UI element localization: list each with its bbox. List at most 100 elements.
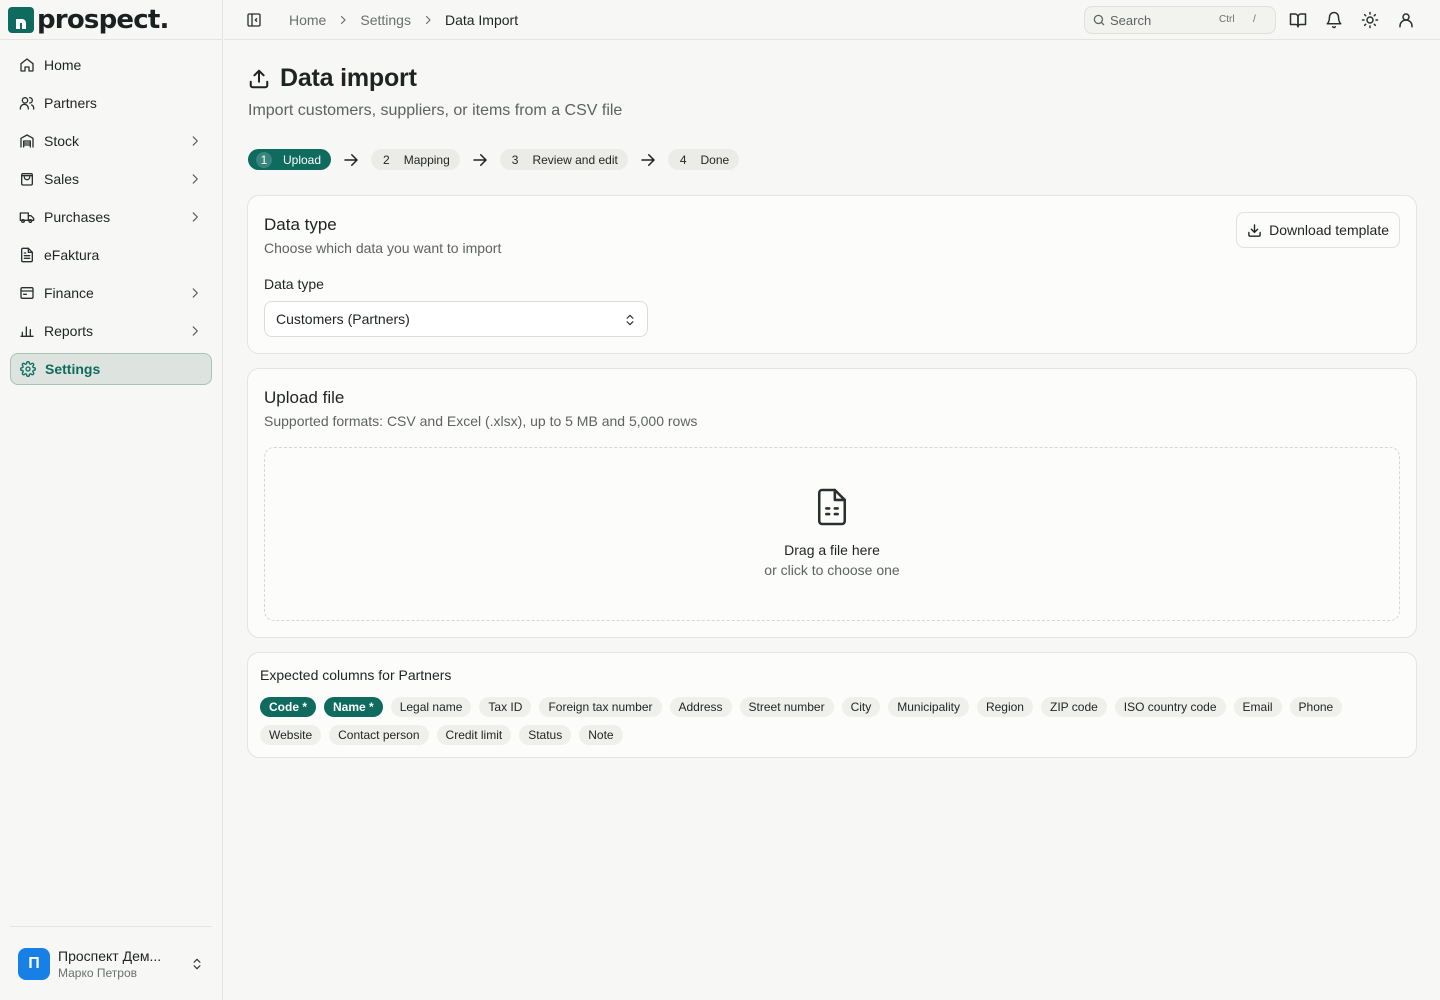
org-user-name: Марко Петров — [58, 966, 137, 980]
sidebar-item-label: Home — [44, 57, 82, 73]
shortcut-key: Ctrl — [1219, 14, 1235, 25]
sidebar-item-home[interactable]: Home — [10, 49, 212, 81]
step-label: Upload — [283, 152, 322, 167]
sidebar-item-label: Finance — [44, 285, 94, 301]
step-label: Review and edit — [532, 152, 618, 167]
sidebar-item-purchases[interactable]: Purchases — [10, 201, 212, 233]
arrow-right-icon — [641, 153, 655, 166]
column-chip: Region — [976, 697, 1033, 717]
step-number: 2 — [383, 152, 390, 167]
search-label: Search — [1110, 12, 1152, 28]
sidebar-nav: Home Partners Stock Sales Purchases eFak… — [10, 49, 212, 391]
sidebar-divider — [0, 39, 223, 40]
chevron-right-icon — [192, 212, 198, 222]
card-subtitle: Supported formats: CSV and Excel (.xlsx)… — [264, 413, 698, 429]
sidebar-item-efaktura[interactable]: eFaktura — [10, 239, 212, 271]
breadcrumb-home[interactable]: Home — [289, 12, 326, 28]
upload-icon — [249, 69, 269, 88]
required-column-chip: Name * — [324, 697, 383, 717]
wallet-icon — [20, 287, 34, 299]
sidebar-item-label: Purchases — [44, 209, 111, 225]
breadcrumb-current: Data Import — [444, 12, 519, 28]
home-icon — [20, 58, 34, 72]
column-chip-list: Code * Name * Legal name Tax ID Foreign tax … — [260, 697, 1410, 745]
column-chip: Tax ID — [479, 697, 532, 717]
column-chip: Note — [579, 725, 623, 745]
card-title: Data type — [264, 215, 337, 234]
column-chip: Phone — [1289, 697, 1343, 717]
chevron-up-down-icon — [626, 314, 634, 326]
shopping-bag-icon — [21, 173, 33, 186]
org-avatar: П — [18, 948, 50, 980]
column-chip: Street number — [739, 697, 834, 717]
sidebar-item-stock[interactable]: Stock — [10, 125, 212, 157]
card-title: Upload file — [264, 388, 345, 407]
download-template-label: Download template — [1269, 222, 1389, 238]
org-name: Проспект Дем... — [58, 948, 162, 964]
sidebar-item-label: eFaktura — [44, 247, 100, 263]
bell-icon[interactable] — [1325, 11, 1343, 29]
file-dropzone[interactable]: Drag a file here or click to choose one — [264, 447, 1400, 621]
sidebar-item-label: Sales — [44, 171, 80, 187]
sidebar-item-label: Reports — [44, 323, 94, 339]
step-number: 3 — [511, 152, 519, 167]
step-upload[interactable]: 1 Upload — [248, 149, 332, 170]
column-chip: Municipality — [888, 697, 969, 717]
column-chip: Website — [260, 725, 322, 745]
search-input[interactable]: Search Ctrl / — [1084, 6, 1276, 34]
step-done[interactable]: 4 Done — [667, 149, 740, 170]
data-type-select[interactable]: Customers (Partners) — [264, 301, 648, 337]
upload-file-card: Upload file Supported formats: CSV and E… — [247, 368, 1417, 638]
chevron-right-icon — [341, 15, 346, 25]
bar-chart-icon — [20, 326, 34, 337]
sidebar-item-label: Partners — [44, 95, 97, 111]
warehouse-icon — [20, 134, 34, 148]
org-switcher[interactable]: П Проспект Дем... Марко Петров — [18, 946, 214, 982]
document-icon — [21, 247, 33, 263]
book-icon[interactable] — [1289, 11, 1307, 29]
column-chip: ZIP code — [1040, 697, 1107, 717]
sidebar-toggle-icon[interactable] — [246, 12, 262, 28]
step-number: 4 — [679, 152, 687, 167]
step-number: 1 — [256, 151, 272, 168]
user-icon[interactable] — [1397, 11, 1415, 29]
sidebar-item-reports[interactable]: Reports — [10, 315, 212, 347]
column-chip: Status — [519, 725, 572, 745]
download-template-button[interactable]: Download template — [1236, 212, 1400, 248]
sidebar-item-partners[interactable]: Partners — [10, 87, 212, 119]
app-name: prospect. — [37, 5, 169, 35]
data-type-label: Data type — [264, 276, 324, 292]
column-chip: Address — [669, 697, 732, 717]
step-mapping[interactable]: 2 Mapping — [371, 149, 460, 170]
column-chip: Email — [1233, 697, 1282, 717]
sidebar-item-settings[interactable]: Settings — [10, 353, 212, 385]
chevron-right-icon — [192, 326, 198, 336]
sidebar-item-finance[interactable]: Finance — [10, 277, 212, 309]
truck-icon — [19, 212, 35, 223]
step-review[interactable]: 3 Review and edit — [499, 149, 628, 170]
card-subtitle: Choose which data you want to import — [264, 240, 502, 256]
step-label: Mapping — [403, 152, 450, 167]
gear-icon — [20, 361, 36, 377]
column-chip: Legal name — [390, 697, 472, 717]
breadcrumb-settings[interactable]: Settings — [360, 12, 411, 28]
file-spreadsheet-icon — [817, 488, 847, 526]
column-chip: Foreign tax number — [539, 697, 662, 717]
step-label: Done — [700, 152, 730, 167]
data-type-value: Customers (Partners) — [276, 311, 410, 327]
sidebar: prospect. Home Partners Stock Sales Purc… — [0, 0, 223, 1000]
dropzone-subtitle: or click to choose one — [764, 562, 900, 578]
logo-mark-icon — [8, 7, 34, 33]
app-logo[interactable]: prospect. — [8, 4, 169, 36]
sidebar-item-label: Settings — [45, 361, 101, 377]
card-title: Expected columns for Partners — [260, 667, 452, 683]
chevron-right-icon — [192, 288, 198, 298]
page-title: Data import — [248, 64, 417, 93]
column-chip: City — [841, 697, 881, 717]
chevron-right-icon — [192, 174, 198, 184]
page-heading: Data import — [280, 64, 417, 92]
sun-icon[interactable] — [1361, 11, 1379, 29]
required-column-chip: Code * — [260, 697, 317, 717]
column-chip: Contact person — [329, 725, 429, 745]
sidebar-item-sales[interactable]: Sales — [10, 163, 212, 195]
